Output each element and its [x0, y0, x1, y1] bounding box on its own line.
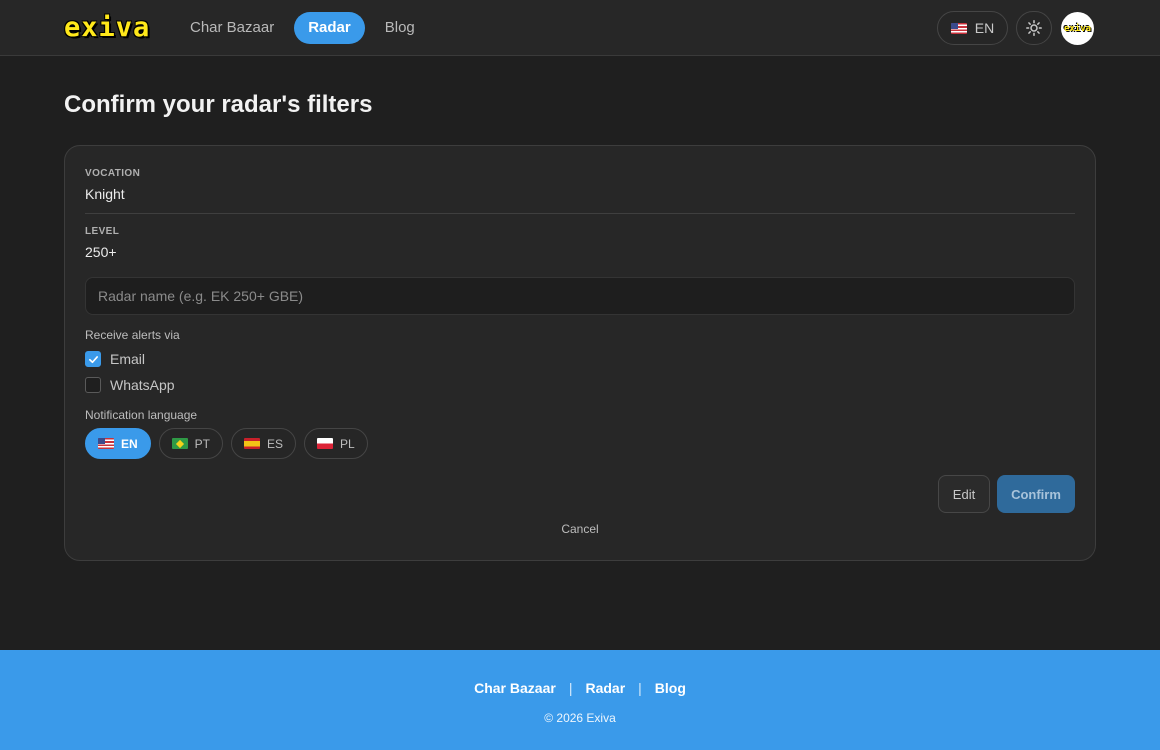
radar-name-input[interactable] — [85, 277, 1075, 315]
footer-link-radar[interactable]: Radar — [585, 680, 625, 696]
us-flag-icon — [950, 22, 967, 34]
vocation-label: VOCATION — [85, 168, 141, 179]
top-header: exiva Char Bazaar Radar Blog EN exiva — [0, 0, 1160, 56]
copyright-text: © 2026 Exiva — [544, 711, 616, 725]
notification-language-es[interactable]: ES — [231, 428, 297, 459]
level-label: LEVEL — [85, 226, 120, 237]
notification-language-pl-label: PL — [340, 436, 355, 451]
email-checkbox-label: Email — [110, 351, 146, 367]
notification-language-options: EN PT ES PL — [85, 428, 368, 459]
poland-flag-icon — [317, 438, 334, 449]
user-avatar[interactable]: exiva — [1061, 12, 1094, 45]
nav-link-blog[interactable]: Blog — [371, 12, 429, 44]
theme-toggle-button[interactable] — [1016, 11, 1052, 45]
brazil-flag-icon — [171, 438, 188, 449]
whatsapp-checkbox[interactable] — [85, 377, 101, 393]
sun-icon — [1026, 20, 1042, 36]
notification-language-en-label: EN — [121, 436, 138, 451]
footer-separator: | — [568, 680, 573, 696]
notification-language-pt-label: PT — [194, 436, 211, 451]
spain-flag-icon — [244, 438, 261, 449]
alerts-label: Receive alerts via — [85, 328, 180, 342]
vocation-value: Knight — [85, 186, 125, 202]
footer: Char Bazaar | Radar | Blog © 2026 Exiva — [0, 650, 1160, 750]
notification-language-pl[interactable]: PL — [304, 428, 368, 459]
checkmark-icon — [88, 355, 98, 363]
notification-language-pt[interactable]: PT — [158, 428, 224, 459]
nav-link-char-bazaar[interactable]: Char Bazaar — [176, 12, 288, 44]
whatsapp-checkbox-label: WhatsApp — [110, 377, 175, 393]
notification-language-es-label: ES — [267, 436, 284, 451]
confirm-button[interactable]: Confirm — [997, 475, 1075, 513]
footer-links: Char Bazaar | Radar | Blog — [0, 680, 1160, 696]
whatsapp-checkbox-row[interactable]: WhatsApp — [85, 377, 175, 393]
level-value: 250+ — [85, 244, 117, 260]
avatar-logo-text: exiva — [1063, 23, 1092, 34]
language-switcher-button[interactable]: EN — [937, 11, 1008, 45]
notification-language-label: Notification language — [85, 408, 198, 422]
language-switcher-label: EN — [974, 20, 995, 36]
radar-confirm-card: VOCATION Knight LEVEL 250+ Receive alert… — [64, 145, 1096, 561]
us-flag-icon — [98, 438, 114, 449]
footer-link-char-bazaar[interactable]: Char Bazaar — [474, 680, 556, 696]
footer-separator: | — [638, 680, 642, 696]
footer-link-blog[interactable]: Blog — [655, 680, 686, 696]
exiva-logo[interactable]: exiva — [64, 13, 150, 43]
notification-language-en[interactable]: EN — [85, 428, 151, 459]
main-nav: Char Bazaar Radar Blog — [176, 12, 429, 44]
cancel-link[interactable]: Cancel — [65, 522, 1095, 536]
nav-link-radar[interactable]: Radar — [294, 12, 365, 44]
filters-divider — [85, 213, 1075, 214]
page-title: Confirm your radar's filters — [64, 91, 373, 118]
email-checkbox-row[interactable]: Email — [85, 351, 145, 367]
email-checkbox[interactable] — [85, 351, 101, 367]
edit-button[interactable]: Edit — [938, 475, 990, 513]
